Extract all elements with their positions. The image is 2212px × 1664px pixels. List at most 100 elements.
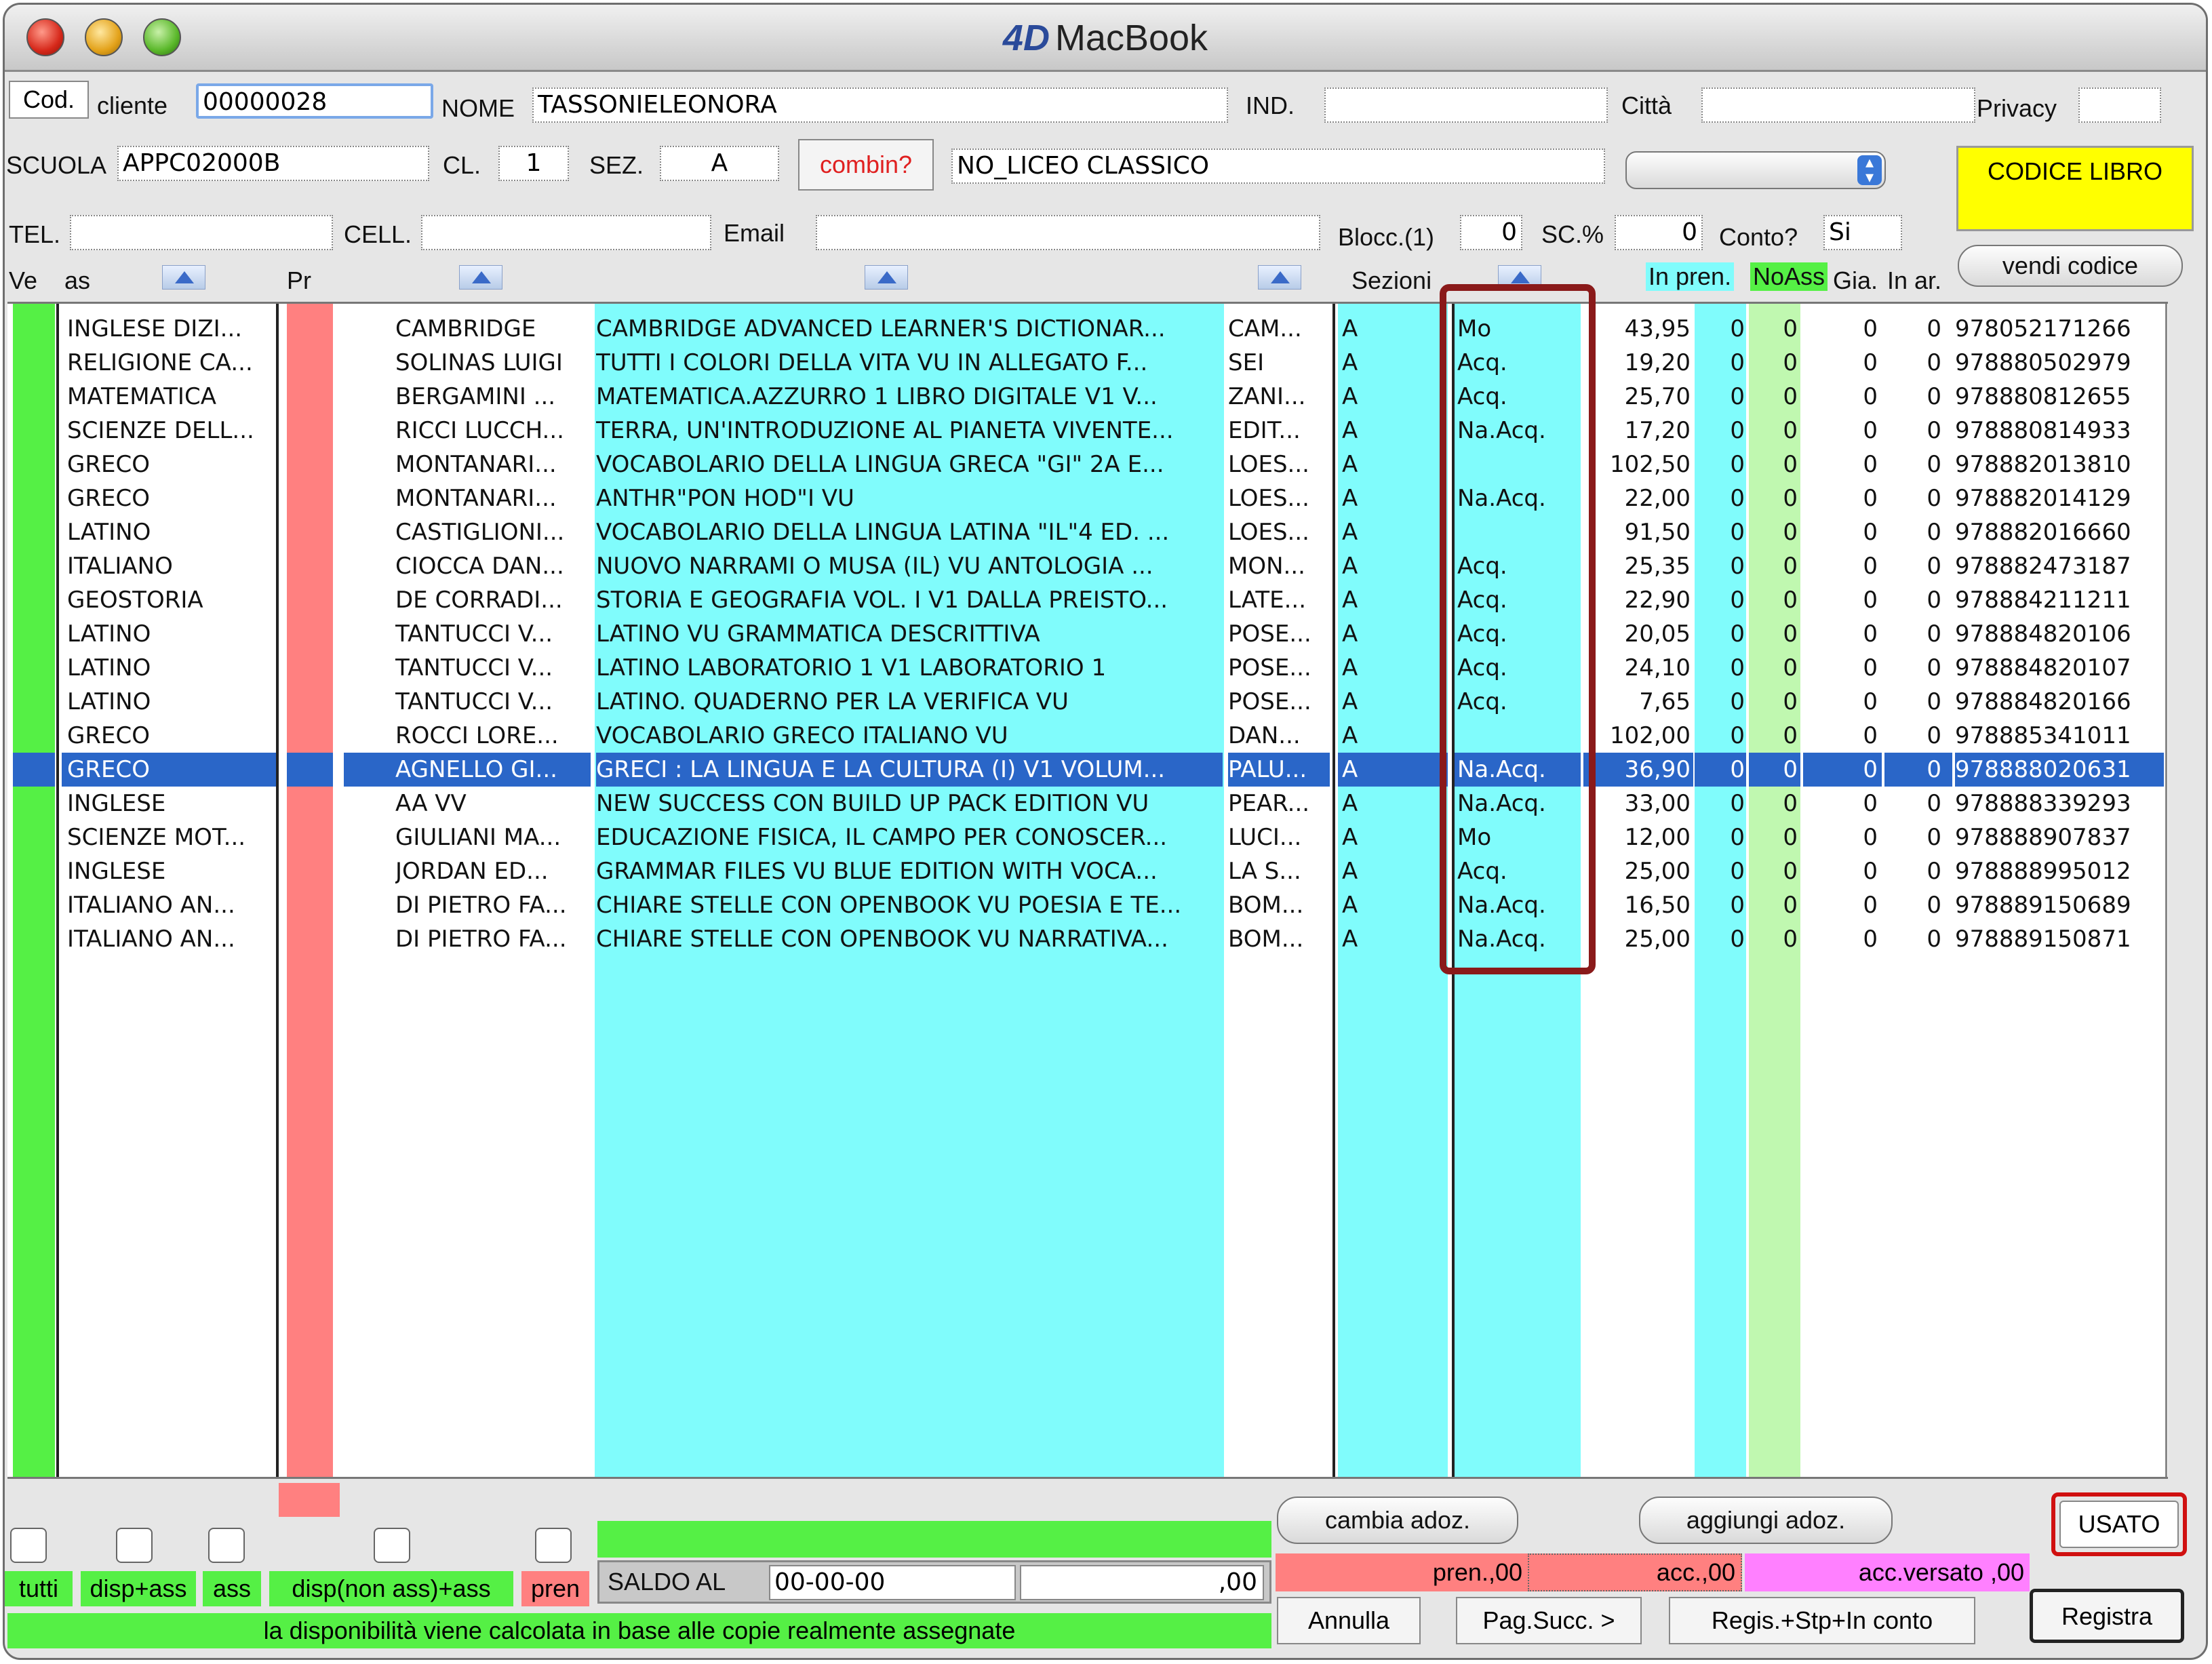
table-row[interactable]: ITALIANO CIOCCA DAN... NUOVO NARRAMI O MUS…	[7, 549, 2168, 583]
codice-libro-button[interactable]: CODICE LIBRO	[1956, 146, 2194, 231]
school-description-field[interactable]: NO_LICEO CLASSICO	[951, 148, 1605, 184]
table-row[interactable]: LATINO TANTUCCI V... LATINO LABORATORIO 1 …	[7, 651, 2168, 685]
table-row[interactable]: ITALIANO AN... DI PIETRO FA... CHIARE STEL…	[7, 888, 2168, 922]
cell-autore: GIULIANI MA...	[395, 824, 561, 851]
table-row[interactable]: GRECO ROCCI LORE... VOCABOLARIO GRECO ITAL…	[7, 719, 2168, 753]
cell-noass: 0	[1783, 824, 1798, 851]
cell-isbn: 978888020631	[1955, 756, 2131, 783]
sc-field[interactable]: 0	[1615, 215, 1703, 250]
table-row[interactable]: GRECO MONTANARI... VOCABOLARIO DELLA LINGU…	[7, 448, 2168, 481]
vendi-codice-button[interactable]: vendi codice	[1958, 245, 2183, 287]
cell-inpren: 0	[1730, 688, 1745, 715]
cell-titolo: VOCABOLARIO DELLA LINGUA GRECA "GI" 2A E…	[596, 451, 1164, 478]
table-row[interactable]: LATINO TANTUCCI V... LATINO VU GRAMMATICA …	[7, 617, 2168, 651]
cell-gia: 0	[1863, 756, 1878, 783]
cod-button[interactable]: Cod.	[9, 81, 89, 119]
table-row[interactable]: GRECO MONTANARI... ANTHR"PON HOD"I VU LOES.…	[7, 481, 2168, 515]
table-row[interactable]: ITALIANO AN... DI PIETRO FA... CHIARE STEL…	[7, 922, 2168, 956]
sort-arrow-icon[interactable]	[865, 265, 908, 290]
tutti-checkbox[interactable]	[10, 1528, 47, 1563]
books-list[interactable]: INGLESE DIZI... CAMBRIDGE CAMBRIDGE ADVANC…	[7, 302, 2168, 1479]
cell-editore: POSE...	[1228, 620, 1311, 648]
saldo-label: SALDO AL	[608, 1568, 726, 1596]
registra-button[interactable]: Registra	[2030, 1589, 2184, 1643]
table-row[interactable]: INGLESE AA VV NEW SUCCESS CON BUILD UP PAC…	[7, 787, 2168, 820]
blocc-field[interactable]: 0	[1460, 215, 1522, 250]
col-header-sezioni[interactable]: Sezioni	[1351, 266, 1431, 295]
saldo-amount-field[interactable]: ,00	[1020, 1565, 1264, 1600]
citta-label-text: Città	[1621, 92, 1672, 119]
cell-autore: CASTIGLIONI...	[395, 519, 565, 546]
table-row[interactable]: GRECO AGNELLO GI... GRECI : LA LINGUA E LA…	[7, 753, 2168, 787]
ind-field[interactable]	[1324, 87, 1608, 123]
cell-materia: ITALIANO AN...	[67, 926, 235, 953]
sez-field[interactable]: A	[660, 146, 779, 181]
aggiungi-adoz-button[interactable]: aggiungi adoz.	[1639, 1497, 1893, 1544]
disp-non-ass-checkbox[interactable]	[374, 1528, 410, 1563]
col-header-ve[interactable]: Ve	[9, 266, 37, 295]
nome-field[interactable]: TASSONIELEONORA	[532, 87, 1228, 123]
cell-gia: 0	[1863, 553, 1878, 580]
scuola-field[interactable]: APPC02000B	[117, 146, 429, 181]
cell-noass: 0	[1783, 892, 1798, 919]
table-row[interactable]: MATEMATICA BERGAMINI ... MATEMATICA.AZZURR…	[7, 380, 2168, 414]
sort-arrow-icon[interactable]	[1258, 265, 1301, 290]
table-row[interactable]: LATINO CASTIGLIONI... VOCABOLARIO DELLA LI…	[7, 515, 2168, 549]
col-header-in-ar[interactable]: In ar.	[1887, 266, 1941, 295]
sort-arrow-icon[interactable]	[162, 265, 205, 290]
tel-field[interactable]	[70, 215, 333, 250]
col-header-noass[interactable]: NoAss	[1750, 262, 1828, 291]
col-header-pr[interactable]: Pr	[287, 266, 311, 295]
cell-noass: 0	[1783, 654, 1798, 681]
table-row[interactable]: RELIGIONE CA... SOLINAS LUIGI TUTTI I COLO…	[7, 346, 2168, 380]
cell-autore: MONTANARI...	[395, 485, 557, 512]
annulla-button[interactable]: Annulla	[1277, 1597, 1421, 1644]
regis-stp-in-conto-button[interactable]: Regis.+Stp+In conto	[1669, 1597, 1975, 1644]
privacy-field[interactable]	[2078, 87, 2161, 123]
cliente-field[interactable]: 00000028	[196, 83, 433, 119]
cell-titolo: STORIA E GEOGRAFIA VOL. I V1 DALLA PREIS…	[596, 587, 1168, 614]
cell-field[interactable]	[421, 215, 711, 250]
cell-sez: A	[1342, 654, 1358, 681]
col-header-in-pren[interactable]: In pren.	[1646, 262, 1735, 291]
col-header-as[interactable]: as	[64, 266, 90, 295]
citta-field[interactable]	[1701, 87, 1975, 123]
cl-field[interactable]: 1	[498, 146, 569, 181]
table-row[interactable]: LATINO TANTUCCI V... LATINO. QUADERNO PER …	[7, 685, 2168, 719]
info-bar: la disponibilità viene calcolata in base…	[7, 1613, 1271, 1648]
pr-total-marker	[279, 1483, 340, 1517]
cell-autore: AGNELLO GI...	[395, 756, 557, 783]
cell-noass: 0	[1783, 790, 1798, 817]
disp-ass-checkbox[interactable]	[116, 1528, 153, 1563]
cell-prezzo: 16,50	[1624, 892, 1691, 919]
pren-checkbox[interactable]	[535, 1528, 572, 1563]
app-logo-icon: 4D	[1002, 18, 1050, 58]
cell-materia: INGLESE	[67, 790, 166, 817]
table-row[interactable]: INGLESE JORDAN ED... GRAMMAR FILES VU BLUE…	[7, 854, 2168, 888]
cell-editore: LOES...	[1228, 519, 1309, 546]
cell-autore: CIOCCA DAN...	[395, 553, 564, 580]
cell-prezzo: 7,65	[1639, 688, 1691, 715]
cell-inpren: 0	[1730, 620, 1745, 648]
col-header-gia[interactable]: Gia.	[1833, 266, 1878, 295]
conto-field[interactable]: Si	[1823, 215, 1902, 250]
cambia-adoz-button[interactable]: cambia adoz.	[1277, 1497, 1518, 1544]
school-type-dropdown[interactable]: ▴ ▾	[1625, 151, 1886, 189]
saldo-bar: SALDO AL 00-00-00 ,00	[597, 1560, 1271, 1604]
cell-autore: DI PIETRO FA...	[395, 926, 567, 953]
sort-arrow-icon[interactable]	[459, 265, 502, 290]
ass-checkbox[interactable]	[208, 1528, 245, 1563]
cell-editore: ZANI...	[1228, 383, 1306, 410]
table-row[interactable]: SCIENZE MOT... GIULIANI MA... EDUCAZIONE F…	[7, 820, 2168, 854]
usato-button[interactable]: USATO	[2059, 1501, 2179, 1548]
pag-succ-button[interactable]: Pag.Succ. >	[1456, 1597, 1642, 1644]
cell-gia: 0	[1863, 654, 1878, 681]
email-field[interactable]	[816, 215, 1320, 250]
saldo-date-field[interactable]: 00-00-00	[769, 1565, 1016, 1600]
cell-inpren: 0	[1730, 926, 1745, 953]
table-row[interactable]: GEOSTORIA DE CORRADI... STORIA E GEOGRAFIA…	[7, 583, 2168, 617]
cell-prezzo: 25,35	[1624, 553, 1691, 580]
table-row[interactable]: SCIENZE DELL... RICCI LUCCH... TERRA, UN'I…	[7, 414, 2168, 448]
combin-button[interactable]: combin?	[798, 139, 934, 191]
table-row[interactable]: INGLESE DIZI... CAMBRIDGE CAMBRIDGE ADVANC…	[7, 312, 2168, 346]
